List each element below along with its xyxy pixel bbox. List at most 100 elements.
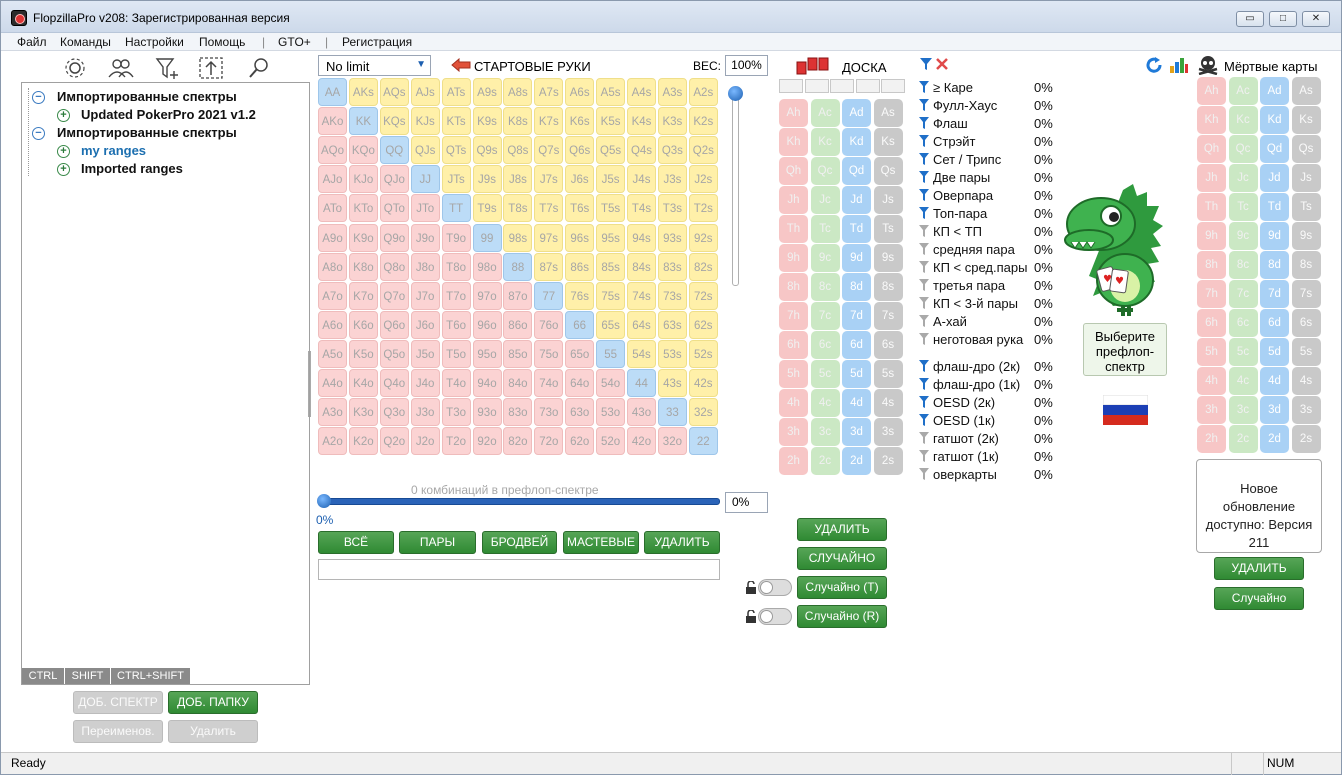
dead-card[interactable]: 4c <box>1228 367 1258 395</box>
hand-cell[interactable]: A5s <box>596 78 626 106</box>
dead-card[interactable]: Kh <box>1197 106 1226 134</box>
hand-cell[interactable]: 93s <box>657 223 687 252</box>
hand-cell[interactable]: T6s <box>565 194 595 223</box>
board-card[interactable]: Td <box>842 215 871 243</box>
hand-cell[interactable]: 44 <box>627 369 656 397</box>
board-random-button[interactable]: СЛУЧАЙНО <box>797 547 887 570</box>
hand-cell[interactable]: KJo <box>348 165 378 194</box>
board-card[interactable]: Qc <box>810 157 840 185</box>
dead-card[interactable]: 9d <box>1260 222 1289 250</box>
hand-cell[interactable]: K9o <box>348 223 378 252</box>
dead-card[interactable]: 2h <box>1197 425 1226 453</box>
filter-icon[interactable] <box>919 135 929 147</box>
hand-cell[interactable]: 96o <box>472 310 502 339</box>
dead-card[interactable]: 6h <box>1197 309 1226 337</box>
hand-cell[interactable]: 62s <box>688 310 718 339</box>
dead-card[interactable]: 5c <box>1228 338 1258 366</box>
board-card[interactable]: 3d <box>842 418 871 446</box>
board-card[interactable]: 4d <box>842 389 871 417</box>
dead-card[interactable]: 4s <box>1291 367 1321 395</box>
select-all-button[interactable]: ВСЁ <box>318 531 394 554</box>
hand-cell[interactable]: 75o <box>534 339 564 368</box>
dead-cards-delete-button[interactable]: УДАЛИТЬ <box>1214 557 1304 580</box>
add-filter-icon[interactable] <box>153 55 181 81</box>
hand-stat-row[interactable]: оверкарты 0% <box>919 467 1053 482</box>
hand-cell[interactable]: KTo <box>348 194 378 223</box>
hand-cell[interactable]: 43s <box>657 369 687 397</box>
hand-cell[interactable]: A7s <box>534 78 564 106</box>
hand-stat-row[interactable]: Две пары 0% <box>919 170 1053 185</box>
dead-card[interactable]: 8c <box>1228 251 1258 279</box>
hand-cell[interactable]: Q9s <box>472 136 502 165</box>
hand-cell[interactable]: 97o <box>472 281 502 310</box>
hand-cell[interactable]: JTs <box>441 165 471 194</box>
hand-cell[interactable]: Q4s <box>627 136 656 165</box>
hand-cell[interactable]: J5s <box>596 165 626 194</box>
dead-card[interactable]: 8h <box>1197 251 1226 279</box>
hand-cell[interactable]: A6s <box>565 78 595 106</box>
hand-stat-row[interactable]: КП < ТП 0% <box>919 224 1053 239</box>
filter-icon[interactable] <box>919 153 929 165</box>
hand-cell[interactable]: A2s <box>688 78 718 106</box>
search-icon[interactable] <box>245 55 273 81</box>
filter-icon[interactable] <box>919 99 929 111</box>
filter-icon[interactable] <box>919 207 929 219</box>
filter-icon[interactable] <box>919 225 929 237</box>
hand-cell[interactable]: 86s <box>565 252 595 281</box>
hand-cell[interactable]: J3o <box>410 398 440 427</box>
clear-filter-icon[interactable] <box>935 57 949 71</box>
hand-cell[interactable]: K3s <box>657 107 687 136</box>
board-card[interactable]: Tc <box>810 215 840 243</box>
hand-cell[interactable]: K8o <box>348 252 378 281</box>
tree-item[interactable]: Импортированные спектры <box>57 89 237 104</box>
hand-cell[interactable]: TT <box>441 194 471 223</box>
hand-cell[interactable]: AKo <box>318 107 347 136</box>
hand-stat-row[interactable]: гатшот (1к) 0% <box>919 449 1053 464</box>
hand-cell[interactable]: A9o <box>318 223 347 252</box>
hand-cell[interactable]: 52o <box>596 427 626 456</box>
board-card[interactable]: Ac <box>810 99 840 127</box>
refresh-icon[interactable] <box>1145 56 1163 74</box>
hand-cell[interactable]: J7s <box>534 165 564 194</box>
clear-range-button[interactable]: УДАЛИТЬ <box>644 531 720 554</box>
dead-card[interactable]: Ah <box>1197 77 1226 105</box>
dead-card[interactable]: 5d <box>1260 338 1289 366</box>
hand-cell[interactable]: Q7o <box>379 281 409 310</box>
weight-slider-thumb[interactable] <box>728 86 743 101</box>
hand-cell[interactable]: J6s <box>565 165 595 194</box>
hand-cell[interactable]: 84s <box>627 252 656 281</box>
dead-card[interactable]: 3d <box>1260 396 1289 424</box>
hand-cell[interactable]: 87o <box>503 281 533 310</box>
hand-stat-row[interactable]: неготовая рука 0% <box>919 332 1053 347</box>
dead-card[interactable]: 6s <box>1291 309 1321 337</box>
filter-icon[interactable] <box>919 360 929 372</box>
range-text-input[interactable] <box>318 559 720 580</box>
tree-expand-toggle[interactable]: − <box>32 127 45 140</box>
hand-cell[interactable]: 98o <box>472 252 502 281</box>
hand-cell[interactable]: AA <box>318 78 347 106</box>
hand-cell[interactable]: 93o <box>472 398 502 427</box>
hand-cell[interactable]: 73o <box>534 398 564 427</box>
board-card[interactable]: 8c <box>810 273 840 301</box>
hand-cell[interactable]: K2o <box>348 427 378 456</box>
board-card[interactable]: 6s <box>873 331 903 359</box>
hand-cell[interactable]: Q3o <box>379 398 409 427</box>
filter-icon[interactable] <box>919 414 929 426</box>
hand-cell[interactable]: QQ <box>379 136 409 165</box>
settings-gear-icon[interactable] <box>61 55 89 81</box>
board-card[interactable]: 8s <box>873 273 903 301</box>
broadway-button[interactable]: БРОДВЕЙ <box>482 531 557 554</box>
dead-card[interactable]: 2s <box>1291 425 1321 453</box>
hand-cell[interactable]: J9o <box>410 223 440 252</box>
hand-cell[interactable]: T6o <box>441 310 471 339</box>
hand-cell[interactable]: T8s <box>503 194 533 223</box>
board-card[interactable]: As <box>873 99 903 127</box>
menu-settings[interactable]: Настройки <box>125 35 184 49</box>
hand-stat-row[interactable]: Оверпара 0% <box>919 188 1053 203</box>
hand-cell[interactable]: Q8o <box>379 252 409 281</box>
board-card[interactable]: 9d <box>842 244 871 272</box>
hand-cell[interactable]: 98s <box>503 223 533 252</box>
hand-stat-row[interactable]: А-хай 0% <box>919 314 1053 329</box>
dead-card[interactable]: As <box>1291 77 1321 105</box>
hand-cell[interactable]: A6o <box>318 310 347 339</box>
